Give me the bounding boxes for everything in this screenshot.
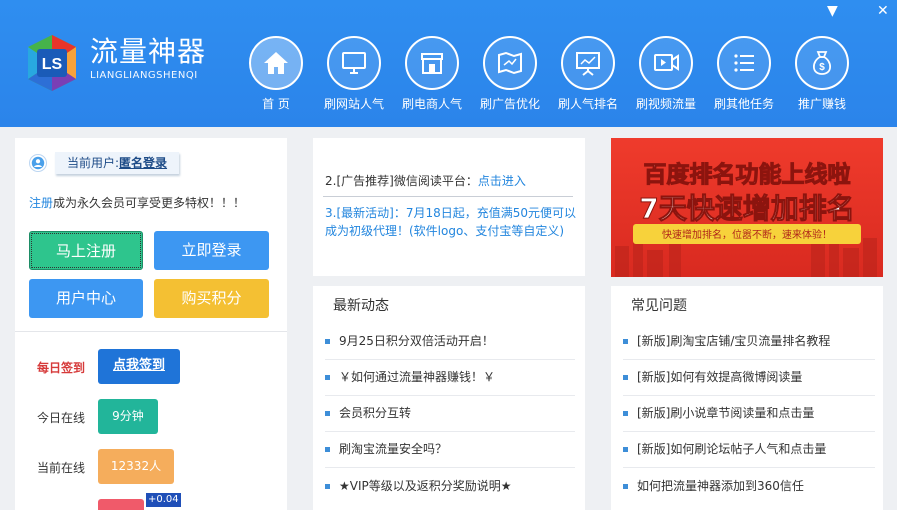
bullet-icon	[623, 339, 628, 344]
minimize-icon[interactable]: ▼	[827, 4, 838, 18]
header-bar: ▼ ✕ LS 流量神器 LIANGLIANGSHENQI 首 页 刷网站人气 刷…	[0, 0, 897, 127]
divider	[323, 196, 573, 197]
brand: 流量神器 LIANGLIANGSHENQI	[90, 35, 207, 82]
register-link[interactable]: 注册	[29, 196, 53, 210]
list-icon	[734, 54, 754, 72]
nav-ranking[interactable]: 刷人气排名	[550, 36, 626, 112]
divider	[15, 331, 287, 332]
online-today-value: 9分钟	[98, 399, 158, 434]
nav-label: 刷人气排名	[557, 97, 618, 111]
faq-title: 常见问题	[631, 298, 687, 314]
ad-item-1-link[interactable]: 点击进入	[478, 174, 526, 188]
current-user-label: 当前用户:匿名登录	[55, 152, 180, 174]
faq-item[interactable]: [新版]如何刷论坛帖子人气和点击量	[623, 432, 875, 468]
logo-letters: LS	[42, 56, 63, 73]
faq-item[interactable]: [新版]刷小说章节阅读量和点击量	[623, 396, 875, 432]
current-online-label: 当前在线	[37, 461, 86, 475]
home-icon	[264, 52, 288, 74]
current-online-value: 12332人	[98, 449, 174, 484]
faq-list: [新版]刷淘宝店铺/宝贝流量排名教程 [新版]如何有效提高微博阅读量 [新版]刷…	[623, 324, 875, 504]
news-panel: 最新动态 9月25日积分双倍活动开启！ ￥如何通过流量神器赚钱！￥ 会员积分互转…	[313, 286, 585, 510]
store-icon	[421, 53, 443, 74]
current-user-caption: 当前用户:	[67, 156, 120, 170]
promo-text: 成为永久会员可享受更多特权！！！	[53, 196, 246, 210]
signin-button[interactable]: 点我签到	[98, 349, 180, 384]
current-user-value[interactable]: 匿名登录	[119, 156, 167, 170]
bullet-icon	[325, 447, 330, 452]
faq-item[interactable]: [新版]刷淘宝店铺/宝贝流量排名教程	[623, 324, 875, 360]
nav-video[interactable]: 刷视频流量	[628, 36, 704, 112]
promo-banner[interactable]: 百度排名功能上线啦 7天快速增加排名 快速增加排名，位嚣不断，速来体验！	[611, 138, 883, 277]
ad-item-1: 2.[广告推荐]微信阅读平台：点击进入	[325, 172, 526, 189]
monitor-icon	[342, 52, 366, 74]
nav-label: 刷广告优化	[479, 97, 540, 111]
bullet-icon	[325, 411, 330, 416]
register-button[interactable]: 马上注册	[29, 231, 143, 270]
news-item[interactable]: 会员积分互转	[325, 396, 575, 432]
banner-subheadline: 7天快速增加排名	[639, 192, 854, 225]
news-item[interactable]: ★VIP等级以及返积分奖励说明★	[325, 468, 575, 504]
points-badge	[98, 499, 144, 510]
member-promo: 注册成为永久会员可享受更多特权！！！	[29, 194, 245, 211]
buy-points-button[interactable]: 购买积分	[154, 279, 269, 318]
app-logo: LS	[28, 35, 76, 91]
user-center-button[interactable]: 用户中心	[29, 279, 143, 318]
map-icon	[498, 51, 522, 75]
ad-panel: 2.[广告推荐]微信阅读平台：点击进入 3.[最新活动]：7月18日起，充值满5…	[313, 138, 585, 276]
video-icon	[654, 54, 679, 71]
nav-label: 刷视频流量	[635, 97, 696, 111]
svg-text:$: $	[819, 62, 825, 73]
brand-name: 流量神器	[90, 35, 207, 68]
news-title: 最新动态	[333, 298, 389, 314]
points-increment: +0.04	[146, 493, 181, 507]
nav-label: 推广赚钱	[797, 97, 846, 111]
brand-subtitle: LIANGLIANGSHENQI	[90, 70, 198, 81]
nav-label: 刷其他任务	[713, 97, 774, 111]
faq-panel: 常见问题 [新版]刷淘宝店铺/宝贝流量排名教程 [新版]如何有效提高微博阅读量 …	[611, 286, 883, 510]
faq-item[interactable]: 如何把流量神器添加到360信任	[623, 468, 875, 504]
ad-item-2[interactable]: 3.[最新活动]：7月18日起，充值满50元便可以成为初级代理！(软件logo、…	[325, 204, 580, 240]
money-bag-icon: $	[812, 51, 832, 75]
banner-headline: 百度排名功能上线啦	[644, 161, 851, 188]
nav-other-tasks[interactable]: 刷其他任务	[706, 36, 782, 112]
user-icon	[29, 154, 47, 172]
nav-promote-earn[interactable]: $ 推广赚钱	[784, 36, 860, 112]
nav-ecommerce[interactable]: 刷电商人气	[394, 36, 470, 112]
nav-label: 首 页	[262, 97, 290, 111]
nav-ad-optimize[interactable]: 刷广告优化	[472, 36, 548, 112]
bullet-icon	[325, 483, 330, 489]
nav-website[interactable]: 刷网站人气	[316, 36, 392, 112]
news-item[interactable]: 9月25日积分双倍活动开启！	[325, 324, 575, 360]
bullet-icon	[325, 339, 330, 344]
login-button[interactable]: 立即登录	[154, 231, 269, 270]
user-panel: 当前用户:匿名登录 注册成为永久会员可享受更多特权！！！ 马上注册 立即登录 用…	[15, 138, 287, 510]
current-user: 当前用户:匿名登录	[29, 150, 209, 176]
online-today-label: 今日在线	[37, 411, 86, 425]
news-list: 9月25日积分双倍活动开启！ ￥如何通过流量神器赚钱！￥ 会员积分互转 刷淘宝流…	[325, 324, 575, 504]
ad-item-1-text: 2.[广告推荐]微信阅读平台：	[325, 174, 478, 188]
presentation-icon	[576, 52, 600, 76]
news-item[interactable]: 刷淘宝流量安全吗？	[325, 432, 575, 468]
bullet-icon	[623, 483, 628, 489]
close-icon[interactable]: ✕	[877, 4, 889, 18]
bullet-icon	[623, 447, 628, 452]
bullet-icon	[623, 375, 628, 380]
signin-label: 每日签到	[37, 361, 86, 375]
faq-item[interactable]: [新版]如何有效提高微博阅读量	[623, 360, 875, 396]
nav-home[interactable]: 首 页	[238, 36, 314, 112]
nav-label: 刷电商人气	[401, 97, 462, 111]
bullet-icon	[623, 411, 628, 416]
bullet-icon	[325, 375, 330, 380]
banner-ribbon: 快速增加排名，位嚣不断，速来体验！	[662, 228, 832, 241]
news-item[interactable]: ￥如何通过流量神器赚钱！￥	[325, 360, 575, 396]
nav-label: 刷网站人气	[323, 97, 384, 111]
